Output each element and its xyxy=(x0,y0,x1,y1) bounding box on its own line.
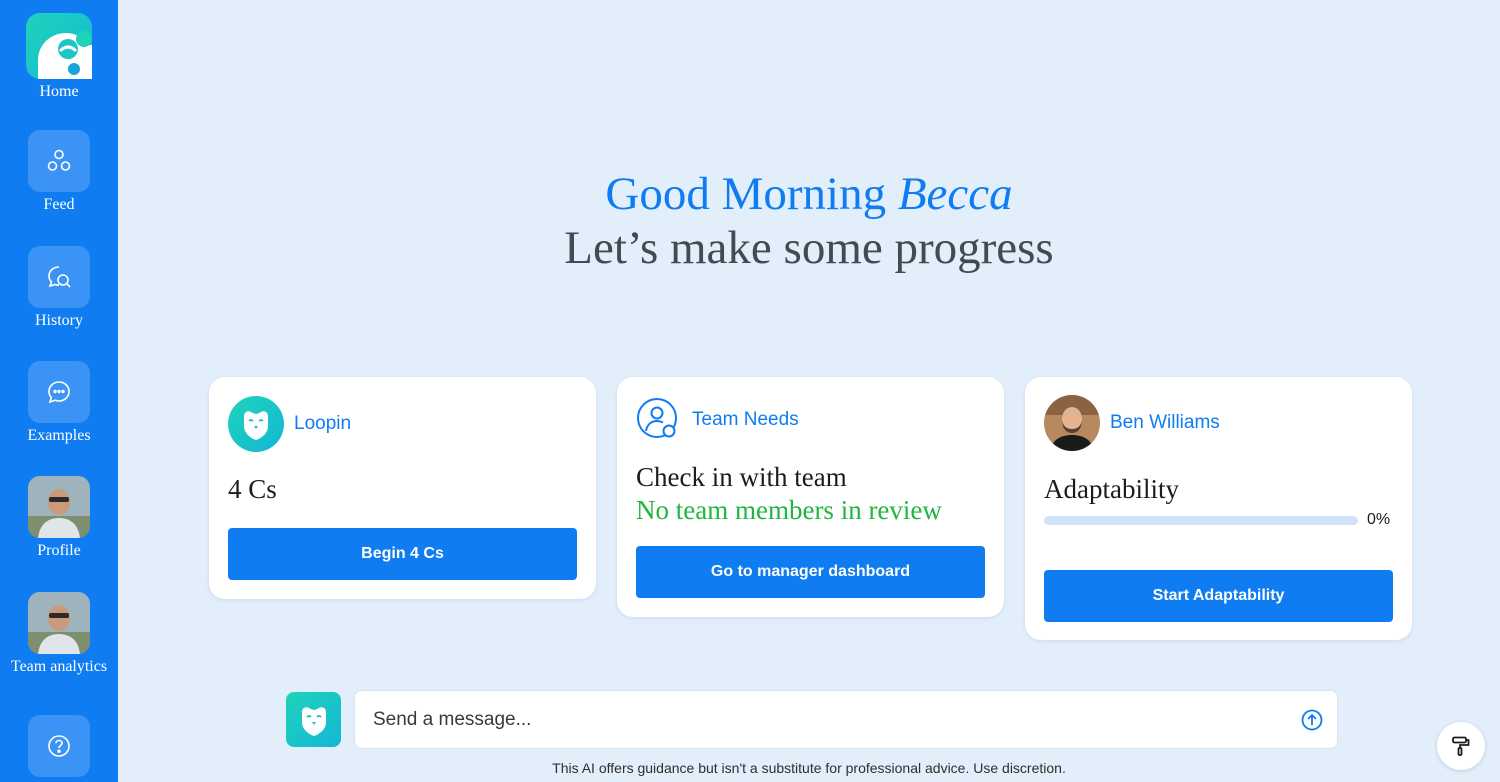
help-icon xyxy=(28,715,90,777)
send-arrow-icon[interactable] xyxy=(1301,709,1323,731)
loopin-logo-icon xyxy=(26,13,92,79)
sidebar-item-label: Feed xyxy=(43,196,75,213)
sidebar-item-label: Home xyxy=(39,83,79,100)
loopin-logo-icon xyxy=(228,396,284,452)
progress-bar xyxy=(1044,516,1358,525)
ben-williams-card: Ben Williams Adaptability 0% Start Adapt… xyxy=(1025,377,1412,640)
sidebar-item-team-analytics[interactable]: Team analytics xyxy=(0,592,118,676)
begin-4cs-button[interactable]: Begin 4 Cs xyxy=(228,528,577,580)
disclaimer-text: This AI offers guidance but isn't a subs… xyxy=(552,760,1066,776)
card-main-text: Check in with team xyxy=(636,462,847,492)
loopin-card: Loopin 4 Cs Begin 4 Cs xyxy=(209,377,596,599)
circles-icon xyxy=(28,130,90,192)
sidebar-item-label: Profile xyxy=(37,542,81,559)
sidebar-item-feed[interactable]: Feed xyxy=(0,130,118,214)
card-header: Team Needs xyxy=(636,397,799,443)
card-header: Ben Williams xyxy=(1044,395,1220,451)
card-title: Ben Williams xyxy=(1110,412,1220,433)
team-user-icon xyxy=(636,397,682,443)
chat-box xyxy=(354,690,1338,749)
progress-percent: 0% xyxy=(1367,511,1391,528)
sidebar-item-label: Team analytics xyxy=(10,658,108,675)
message-input[interactable] xyxy=(373,691,1273,748)
card-header: Loopin xyxy=(228,396,351,452)
card-main-text: Adaptability xyxy=(1044,474,1179,504)
avatar xyxy=(1044,395,1100,451)
start-adaptability-button[interactable]: Start Adaptability xyxy=(1044,570,1393,622)
sidebar-item-home[interactable]: Home xyxy=(0,13,118,101)
sidebar: Home Feed History Examples Profile Team … xyxy=(0,0,118,782)
greeting-prefix: Good Morning xyxy=(605,168,887,220)
sidebar-item-label: History xyxy=(35,312,83,329)
greeting-name: Becca xyxy=(897,168,1013,220)
team-status-text: No team members in review xyxy=(636,495,942,525)
loopin-logo-icon xyxy=(286,692,341,747)
sidebar-item-profile[interactable]: Profile xyxy=(0,476,118,560)
team-needs-card: Team Needs Check in with team No team me… xyxy=(617,377,1004,617)
sidebar-item-label: Examples xyxy=(27,427,91,444)
greeting: Good Morning Becca Let’s make some progr… xyxy=(118,166,1500,274)
sidebar-item-examples[interactable]: Examples xyxy=(0,361,118,445)
profile-photo xyxy=(28,476,90,538)
card-title: Loopin xyxy=(294,413,352,434)
card-title: Team Needs xyxy=(692,409,799,430)
sidebar-item-help[interactable] xyxy=(0,715,118,777)
chat-search-icon xyxy=(28,246,90,308)
manager-dashboard-button[interactable]: Go to manager dashboard xyxy=(636,546,985,598)
profile-photo xyxy=(28,592,90,654)
paint-roller-icon[interactable] xyxy=(1437,722,1485,770)
greeting-subtitle: Let’s make some progress xyxy=(564,222,1054,274)
card-main-text: 4 Cs xyxy=(228,474,277,504)
chat-bubble-icon xyxy=(28,361,90,423)
sidebar-item-history[interactable]: History xyxy=(0,246,118,330)
greeting-title: Good Morning Becca xyxy=(118,166,1500,222)
